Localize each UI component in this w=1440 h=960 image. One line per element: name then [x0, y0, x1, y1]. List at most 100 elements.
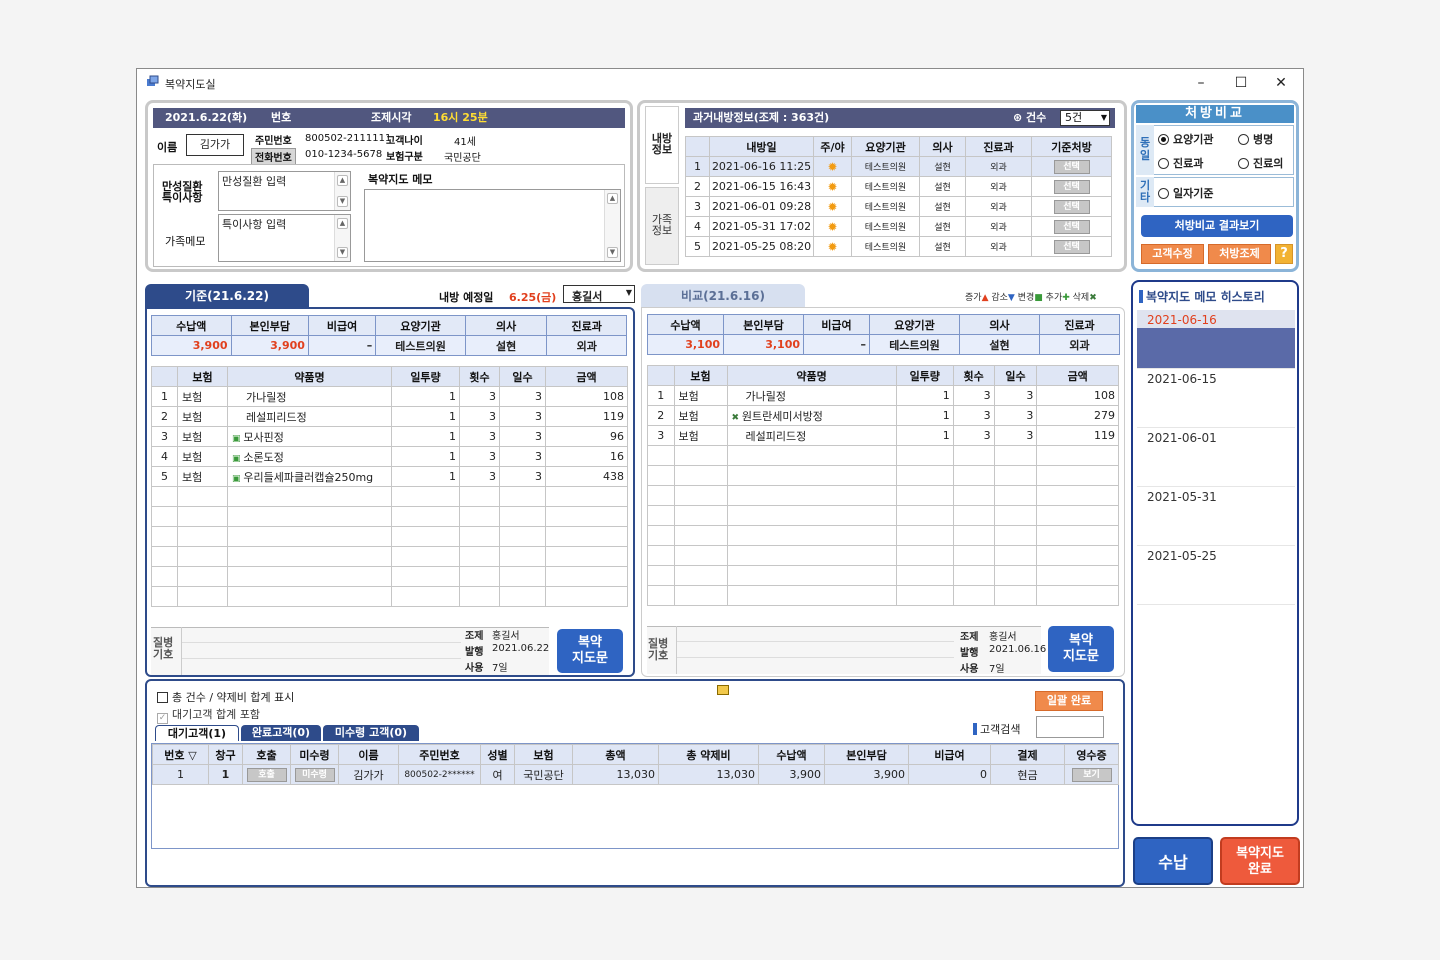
count-select[interactable]: 5건 ▼	[1060, 110, 1110, 126]
opt-disease[interactable]: 병명	[1238, 131, 1273, 147]
table-row[interactable]: 1 보험 가나릴정 1 3 3 108	[647, 385, 1119, 406]
scroll-down-icon[interactable]: ▼	[337, 196, 348, 207]
select-button[interactable]: 선택	[1053, 160, 1090, 174]
chronic-input[interactable]: 만성질환 입력 ▲ ▼	[218, 171, 351, 211]
opt-institution[interactable]: 요양기관	[1158, 131, 1213, 147]
rcpt-button[interactable]: 보기	[1071, 768, 1112, 782]
queue-tab-0[interactable]: 대기고객(1)	[155, 725, 239, 741]
table-row[interactable]: 5 보험 ▣ 우리들세파클러캡슐250mg 1 3 3 438	[151, 466, 628, 487]
pharmacist-select[interactable]: 홍길서 ▼	[563, 285, 635, 303]
history-item[interactable]: 2021-05-25	[1137, 546, 1295, 605]
dose: 1	[895, 385, 954, 406]
opt-doctor[interactable]: 진료의	[1238, 155, 1283, 171]
times: 3	[459, 406, 500, 427]
table-row[interactable]: 3 보험 레설피리드정 1 3 3 119	[647, 425, 1119, 446]
show-total-checkbox[interactable]: 총 건수 / 약제비 합계 표시	[157, 689, 294, 705]
scroll-up-icon[interactable]: ▲	[607, 193, 618, 204]
tab-visit-info[interactable]: 내방 정보	[645, 106, 679, 184]
edit-customer-button[interactable]: 고객수정	[1141, 244, 1204, 264]
history-item[interactable]: 2021-05-31	[1137, 487, 1295, 546]
base-drug-table: 보험 약품명 일투량 횟수 일수 금액 1 보험 가나릴정 1 3 3 108 2 보험 레설피리드정 1 3 3…	[151, 366, 628, 607]
compare-jo-value: 홍길서	[989, 632, 1017, 643]
scroll-down-icon[interactable]: ▼	[607, 247, 618, 258]
change-icon: ▣	[232, 433, 244, 444]
pay-button[interactable]: 수납	[1133, 837, 1213, 885]
guide-memo-input[interactable]: ▲ ▼	[364, 189, 621, 262]
queue-col-7[interactable]: 보험	[514, 744, 573, 765]
queue-col-12[interactable]: 비급여	[908, 744, 991, 765]
queue-col-13[interactable]: 결제	[990, 744, 1065, 765]
queue-col-2[interactable]: 호출	[242, 744, 291, 765]
table-row[interactable]: 2 보험 레설피리드정 1 3 3 119	[151, 406, 628, 427]
queue-col-10[interactable]: 수납액	[758, 744, 825, 765]
tab-base[interactable]: 기준(21.6.22)	[145, 284, 309, 308]
rx-dispense-button[interactable]: 처방조제	[1208, 244, 1271, 264]
guide-done-button[interactable]: 복약지도 완료	[1220, 837, 1300, 885]
table-row[interactable]: 5 2021-05-25 08:20 ✹ 테스트의원 설현 외과 선택	[685, 236, 1112, 257]
visit-date: 2021-05-31 17:02	[709, 216, 814, 237]
special-input[interactable]: 특이사항 입력 ▲ ▼	[218, 214, 351, 262]
help-button[interactable]: ?	[1275, 244, 1293, 264]
history-item[interactable]: 2021-06-01	[1137, 428, 1295, 487]
name-field[interactable]: 김가가	[186, 134, 244, 156]
opt-date[interactable]: 일자기준	[1158, 185, 1213, 201]
queue-col-6[interactable]: 성별	[480, 744, 515, 765]
times: 3	[952, 405, 995, 426]
minimize-button[interactable]: –	[1181, 72, 1221, 94]
queue-col-label: 보험	[533, 748, 554, 762]
table-row[interactable]: 2 보험 ✖ 원트란세미서방정 1 3 3 279	[647, 405, 1119, 426]
phone-label[interactable]: 전화번호	[251, 148, 296, 165]
queue-col-5[interactable]: 주민번호	[398, 744, 481, 765]
unrec-button[interactable]: 미수령	[294, 768, 335, 782]
select-button[interactable]: 선택	[1053, 180, 1090, 194]
special-scrollbar[interactable]: ▲ ▼	[334, 215, 350, 261]
queue-col-1[interactable]: 창구	[208, 744, 243, 765]
compare-guide-button[interactable]: 복약 지도문	[1048, 626, 1114, 672]
history-item[interactable]: 2021-06-16	[1137, 310, 1295, 369]
insurance-label: 보험구분	[386, 152, 423, 163]
scroll-up-icon[interactable]: ▲	[337, 218, 348, 229]
drug-col-1: 약품명	[227, 366, 392, 387]
table-row[interactable]: 3 보험 ▣ 모사핀정 1 3 3 96	[151, 426, 628, 447]
scroll-down-icon[interactable]: ▼	[337, 247, 348, 258]
compare-result-button[interactable]: 처방비교 결과보기	[1141, 215, 1293, 237]
base-guide-button[interactable]: 복약 지도문	[557, 629, 623, 673]
queue-col-8[interactable]: 총액	[572, 744, 659, 765]
history-item[interactable]: 2021-06-15	[1137, 369, 1295, 428]
select-button[interactable]: 선택	[1053, 240, 1090, 254]
row-num: 3	[647, 425, 675, 446]
table-row[interactable]: 1 1 호출 미수령 김가가 800502-2****** 여 국민공단 13,030 13,03…	[152, 764, 1119, 785]
chronic-scrollbar[interactable]: ▲ ▼	[334, 172, 350, 210]
call-button[interactable]: 호출	[246, 768, 287, 782]
queue-col-11[interactable]: 본인부담	[824, 744, 909, 765]
queue-tab-1[interactable]: 완료고객(0)	[241, 725, 321, 741]
queue-col-9[interactable]: 총 약제비	[658, 744, 759, 765]
table-row[interactable]: 1 보험 가나릴정 1 3 3 108	[151, 386, 628, 407]
table-row[interactable]: 2 2021-06-15 16:43 ✹ 테스트의원 설현 외과 선택	[685, 176, 1112, 197]
tab-compare[interactable]: 비교(21.6.16)	[641, 284, 805, 308]
institution: 테스트의원	[851, 176, 920, 197]
tab-family-info[interactable]: 가족 정보	[645, 187, 679, 265]
queue-col-3[interactable]: 미수령	[290, 744, 339, 765]
select-button[interactable]: 선택	[1053, 220, 1090, 234]
opt-department[interactable]: 진료과	[1158, 155, 1203, 171]
include-waiting-checkbox[interactable]: ✓ 대기고객 합계 포함	[157, 706, 260, 724]
close-button[interactable]: ✕	[1261, 72, 1301, 94]
table-row[interactable]: 4 보험 ▣ 소론도정 1 3 3 16	[151, 446, 628, 467]
select-button[interactable]: 선택	[1053, 200, 1090, 214]
table-row[interactable]: 1 2021-06-16 11:25 ✹ 테스트의원 설현 외과 선택	[685, 156, 1112, 177]
department: 외과	[965, 236, 1032, 257]
queue-tab-2[interactable]: 미수령 고객(0)	[323, 725, 419, 741]
table-row[interactable]: 4 2021-05-31 17:02 ✹ 테스트의원 설현 외과 선택	[685, 216, 1112, 237]
customer-search-input[interactable]	[1036, 716, 1104, 738]
queue-col-4[interactable]: 이름	[338, 744, 399, 765]
drug-name-cell: 레설피리드정	[227, 406, 392, 427]
memo-scrollbar[interactable]: ▲ ▼	[604, 190, 620, 261]
queue-col-14[interactable]: 영수증	[1064, 744, 1119, 765]
table-row[interactable]: 3 2021-06-01 09:28 ✹ 테스트의원 설현 외과 선택	[685, 196, 1112, 217]
queue-col-0[interactable]: 번호 ▽	[152, 744, 209, 765]
done-all-button[interactable]: 일괄 완료	[1035, 691, 1103, 711]
scroll-up-icon[interactable]: ▲	[337, 175, 348, 186]
maximize-button[interactable]: ☐	[1221, 72, 1261, 94]
queue-cell-sex: 여	[480, 764, 515, 785]
